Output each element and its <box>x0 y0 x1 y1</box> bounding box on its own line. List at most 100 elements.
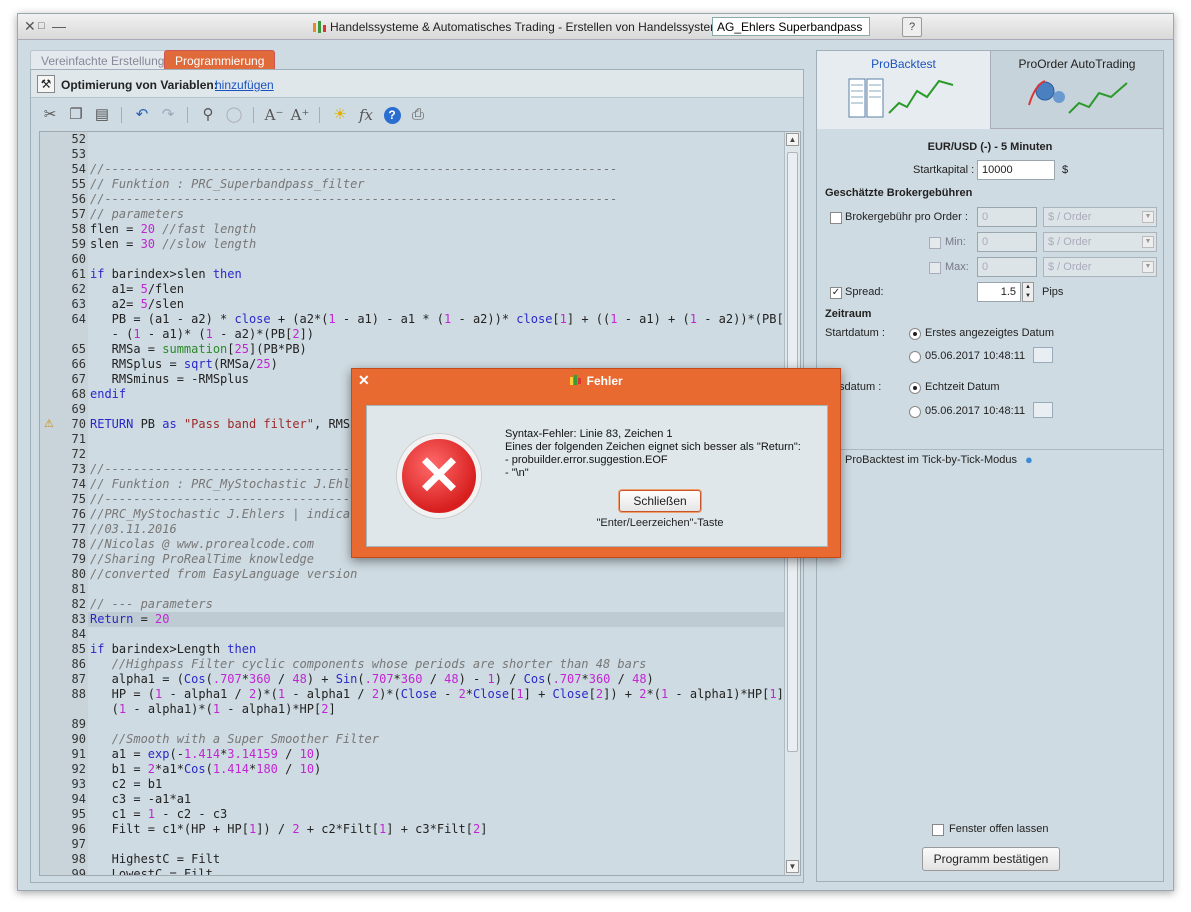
code-line[interactable]: RMSplus = sqrt(RMSa/25) <box>90 357 278 372</box>
paste-icon[interactable]: ▤ <box>91 104 113 126</box>
code-line[interactable]: //converted from EasyLanguage version <box>90 567 357 582</box>
fee-order-input[interactable] <box>977 207 1037 227</box>
keep-open-checkbox[interactable] <box>932 824 944 836</box>
code-line[interactable]: c2 = b1 <box>90 777 163 792</box>
code-line[interactable]: //Nicolas @ www.prorealcode.com <box>90 537 314 552</box>
tab-proorder-autotrading[interactable]: ProOrder AutoTrading <box>991 51 1163 129</box>
code-line[interactable]: //Sharing ProRealTime knowledge <box>90 552 314 567</box>
line-number: 87 <box>71 672 86 686</box>
code-line[interactable]: b1 = 2*a1*Cos(1.414*180 / 10) <box>90 762 322 777</box>
tab-probacktest[interactable]: ProBacktest <box>817 51 991 129</box>
search-icon[interactable]: ⚲ <box>197 104 219 126</box>
fee-max-checkbox[interactable] <box>929 262 941 274</box>
error-dialog: ✕ Fehler ✕ Syntax-Fehler: Linie 83, Zeic… <box>351 368 841 558</box>
code-line[interactable]: if barindex>Length then <box>90 642 256 657</box>
code-line[interactable]: (1 - alpha1)*(1 - alpha1)*HP[2] <box>90 702 336 717</box>
code-line[interactable]: HP = (1 - alpha1 / 2)*(1 - alpha1 / 2)*(… <box>90 687 784 702</box>
code-line[interactable]: // Funktion : PRC_MyStochastic J.Ehler <box>90 477 365 492</box>
code-line[interactable]: RMSa = summation[25](PB*PB) <box>90 342 307 357</box>
font-decrease-icon[interactable]: A⁻ <box>263 104 285 126</box>
code-line[interactable]: PB = (a1 - a2) * close + (a2*(1 - a1) - … <box>90 312 784 327</box>
line-number: 81 <box>71 582 86 596</box>
wrench-icon[interactable]: ⚒ <box>37 75 55 93</box>
backtest-chart-icon <box>848 78 954 118</box>
scroll-up-icon[interactable]: ▲ <box>786 133 799 146</box>
spread-input[interactable] <box>977 282 1021 302</box>
code-line[interactable]: endif <box>90 387 126 402</box>
code-line[interactable]: //--------------------------------------… <box>90 162 617 177</box>
info-bubble-icon[interactable]: ● <box>1025 452 1033 467</box>
code-line[interactable]: a1 = exp(-1.414*3.14159 / 10) <box>90 747 322 762</box>
code-line[interactable]: RETURN PB as "Pass band filter", RMSpl <box>90 417 365 432</box>
system-name-input[interactable] <box>712 17 870 36</box>
code-line[interactable]: //----------------------------------- <box>90 492 357 507</box>
fee-max-unit-select[interactable]: $ / Order ▼ <box>1043 257 1157 277</box>
function-icon[interactable]: fx <box>355 104 377 126</box>
close-window-icon[interactable]: ✕ <box>24 18 36 34</box>
fee-order-checkbox[interactable] <box>830 212 842 224</box>
fee-max-input[interactable] <box>977 257 1037 277</box>
copy-icon[interactable]: ❐ <box>65 104 87 126</box>
scroll-down-icon[interactable]: ▼ <box>786 860 799 873</box>
code-line[interactable]: LowestC = Filt <box>90 867 213 875</box>
code-line[interactable]: //PRC_MyStochastic J.Ehlers | indicato <box>90 507 365 522</box>
app-logo-icon <box>313 21 326 33</box>
line-number: 72 <box>71 447 86 461</box>
code-line[interactable]: slen = 30 //slow length <box>90 237 256 252</box>
fee-order-unit: $ / Order <box>1048 211 1092 223</box>
code-line[interactable]: //--------------------------------------… <box>90 192 617 207</box>
fee-min-unit-select[interactable]: $ / Order ▼ <box>1043 232 1157 252</box>
confirm-program-button[interactable]: Programm bestätigen <box>922 847 1060 871</box>
code-line[interactable]: // Funktion : PRC_Superbandpass_filter <box>90 177 365 192</box>
code-line[interactable]: a1= 5/flen <box>90 282 184 297</box>
code-line[interactable]: //----------------------------------- <box>90 462 357 477</box>
code-line[interactable]: c3 = -a1*a1 <box>90 792 191 807</box>
undo-icon[interactable]: ↶ <box>131 104 153 126</box>
bulb-icon[interactable]: ☀ <box>329 104 351 126</box>
code-line[interactable]: //Highpass Filter cyclic components whos… <box>90 657 647 672</box>
code-line[interactable]: c1 = 1 - c2 - c3 <box>90 807 228 822</box>
code-line[interactable]: alpha1 = (Cos(.707*360 / 48) + Sin(.707*… <box>90 672 654 687</box>
minimize-window-icon[interactable]: — <box>52 18 66 34</box>
help-icon[interactable]: ? <box>902 17 922 37</box>
fee-order-label: Brokergebühr pro Order : <box>845 211 968 223</box>
code-line[interactable]: RMSminus = -RMSplus <box>90 372 249 387</box>
code-line[interactable]: Filt = c1*(HP + HP[1]) / 2 + c2*Filt[1] … <box>90 822 488 837</box>
fee-min-input[interactable] <box>977 232 1037 252</box>
redo-icon[interactable]: ↷ <box>157 104 179 126</box>
calendar-icon[interactable] <box>1033 402 1053 418</box>
maximize-window-icon[interactable]: □ <box>38 18 45 34</box>
end-realtime-radio[interactable] <box>909 382 921 394</box>
start-custom-date-radio[interactable] <box>909 351 921 363</box>
scissors-icon[interactable]: ✂ <box>39 104 61 126</box>
code-line[interactable]: //03.11.2016 <box>90 522 177 537</box>
code-line[interactable]: if barindex>slen then <box>90 267 242 282</box>
warning-icon[interactable]: ⚠ <box>44 417 54 430</box>
comment-icon[interactable]: ◯ <box>223 104 245 126</box>
tab-programming[interactable]: Programmierung <box>164 50 276 69</box>
end-custom-date-radio[interactable] <box>909 406 921 418</box>
line-number: 54 <box>71 162 86 176</box>
fee-min-checkbox[interactable] <box>929 237 941 249</box>
code-line[interactable]: a2= 5/slen <box>90 297 184 312</box>
start-first-date-radio[interactable] <box>909 328 921 340</box>
spread-stepper[interactable]: ▲ ▼ <box>1022 282 1034 302</box>
tab-simple[interactable]: Vereinfachte Erstellung <box>30 50 176 69</box>
code-line[interactable]: flen = 20 //fast length <box>90 222 256 237</box>
add-variable-link[interactable]: hinzufügen <box>215 78 274 92</box>
font-increase-icon[interactable]: A⁺ <box>289 104 311 126</box>
close-dialog-button[interactable]: Schließen <box>619 490 701 512</box>
fee-order-unit-select[interactable]: $ / Order ▼ <box>1043 207 1157 227</box>
code-line[interactable]: //Smooth with a Super Smoother Filter <box>90 732 379 747</box>
code-line[interactable]: HighestC = Filt <box>90 852 220 867</box>
print-icon[interactable]: ⎙ <box>407 104 429 126</box>
code-line[interactable]: Return = 20 <box>90 612 170 627</box>
calendar-icon[interactable] <box>1033 347 1053 363</box>
code-line[interactable]: // --- parameters <box>90 597 213 612</box>
help-icon[interactable]: ? <box>381 104 403 126</box>
capital-input[interactable] <box>977 160 1055 180</box>
code-line[interactable]: // parameters <box>90 207 184 222</box>
spread-checkbox[interactable]: ✓ <box>830 287 842 299</box>
dialog-title: Fehler <box>352 374 840 388</box>
code-line[interactable]: - (1 - a1)* (1 - a2)*(PB[2]) <box>90 327 314 342</box>
